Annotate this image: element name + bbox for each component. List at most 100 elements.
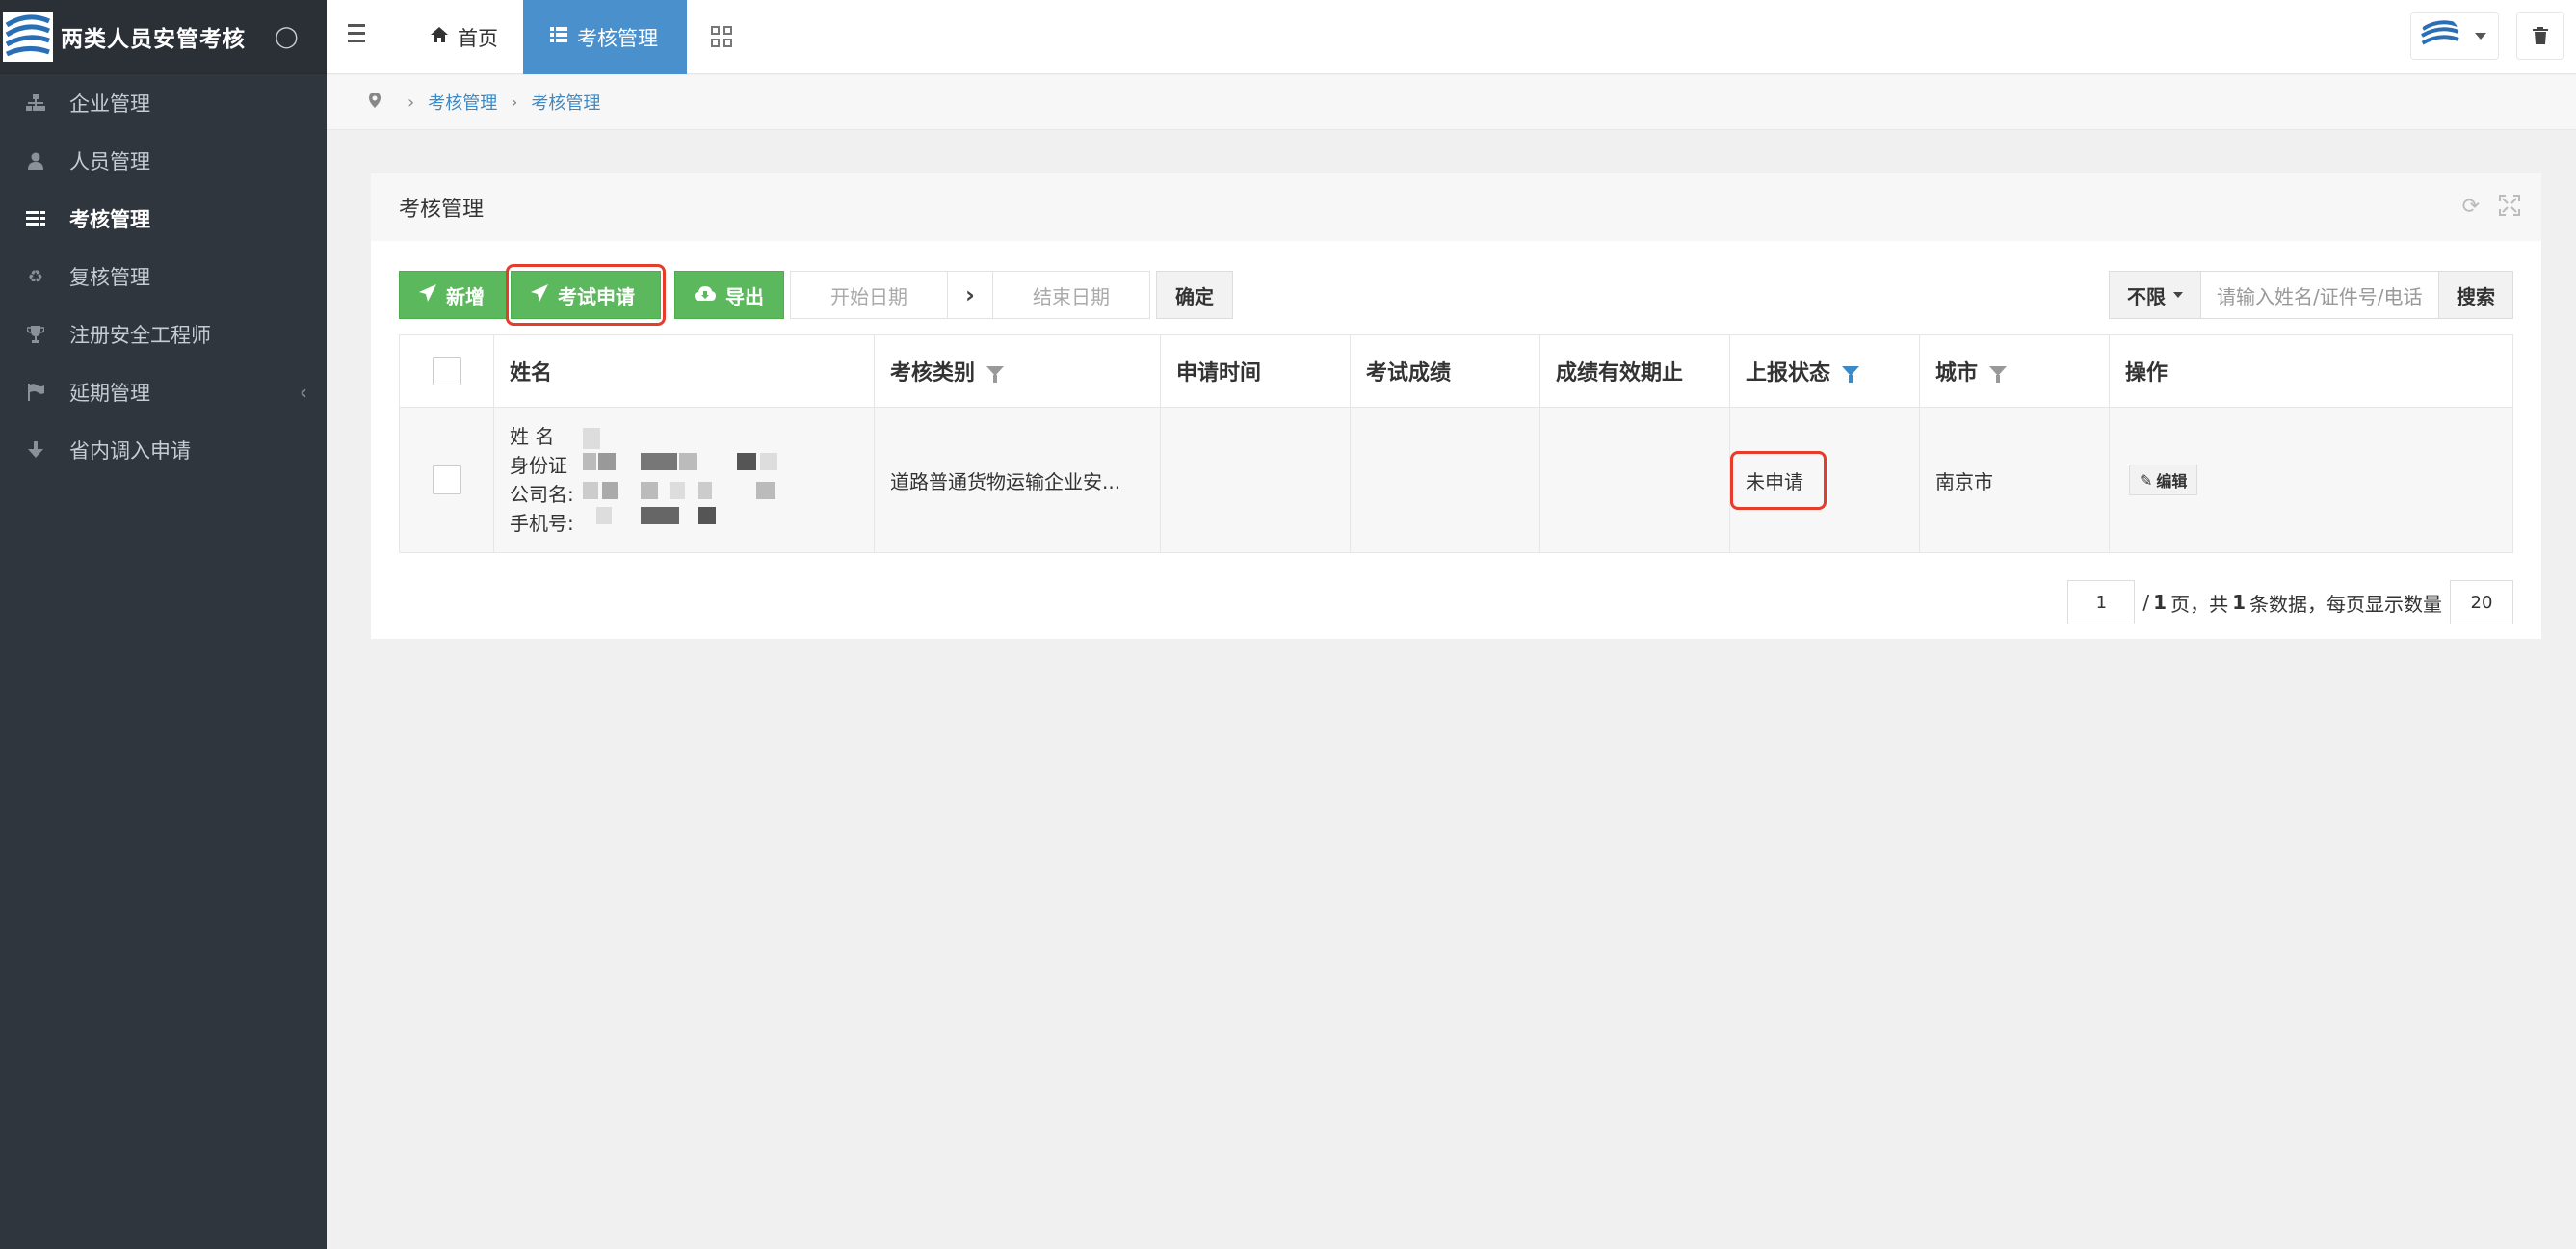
add-label: 新增 bbox=[446, 284, 485, 308]
pager-slash: / bbox=[2142, 591, 2150, 614]
export-button[interactable]: 导出 bbox=[674, 271, 784, 319]
header-label: 考核类别 bbox=[890, 361, 976, 385]
caret-down-icon bbox=[2173, 292, 2183, 298]
company-label: 公司名: bbox=[510, 483, 574, 506]
panel-title: 考核管理 bbox=[399, 198, 485, 222]
refresh-icon[interactable]: ⟳ bbox=[2462, 195, 2480, 222]
status-cell: 未申请 bbox=[1730, 408, 1920, 552]
user-menu[interactable] bbox=[2410, 12, 2499, 60]
name-label: 姓 名 bbox=[510, 425, 555, 448]
cloud-download-icon bbox=[695, 285, 716, 306]
add-button[interactable]: 新增 bbox=[399, 271, 507, 319]
trophy-icon bbox=[25, 324, 46, 345]
search-input[interactable]: 请输入姓名/证件号/电话 bbox=[2201, 271, 2438, 319]
tab-label: 首页 bbox=[458, 26, 498, 50]
status-badge: 未申请 bbox=[1730, 450, 1827, 510]
total-records: 1 bbox=[2232, 591, 2246, 614]
tab-assessment[interactable]: 考核管理 bbox=[523, 0, 687, 74]
send-icon bbox=[531, 283, 548, 306]
header-apply-time[interactable]: 申请时间 bbox=[1161, 335, 1351, 407]
header-valid-until[interactable]: 成绩有效期止 bbox=[1540, 335, 1730, 407]
total-pages: 1 bbox=[2153, 591, 2168, 614]
start-date-input[interactable]: 开始日期 bbox=[790, 271, 948, 319]
phone-label: 手机号: bbox=[510, 512, 574, 535]
name-cell: 姓 名 身份证 公司名: 手机号: bbox=[494, 408, 875, 552]
table-row: 姓 名 身份证 公司名: 手机号: 道路普通货物运输企业安... 未申请 南京市… bbox=[400, 408, 2512, 552]
page-number-input[interactable]: 1 bbox=[2067, 580, 2136, 624]
breadcrumb-separator: › bbox=[511, 92, 518, 113]
tab-label: 考核管理 bbox=[577, 26, 658, 50]
sidebar-item-extension[interactable]: 延期管理 ‹ bbox=[0, 363, 327, 421]
trash-icon[interactable] bbox=[2516, 12, 2564, 60]
header-score[interactable]: 考试成绩 bbox=[1351, 335, 1540, 407]
sidebar-item-label: 省内调入申请 bbox=[69, 439, 191, 463]
sidebar-item-review[interactable]: ♻ 复核管理 bbox=[0, 248, 327, 306]
breadcrumb-link[interactable]: 考核管理 bbox=[531, 90, 600, 115]
sidebar-item-label: 延期管理 bbox=[69, 382, 150, 405]
main-panel: 考核管理 ⟳ 新增 考试申请 导出 开始日期 › 结束日期 确定 不限 请输入姓… bbox=[371, 173, 2541, 639]
filter-icon[interactable] bbox=[986, 366, 1005, 383]
flag-icon bbox=[25, 382, 46, 403]
apply-time-cell bbox=[1161, 408, 1351, 552]
breadcrumb-link[interactable]: 考核管理 bbox=[428, 90, 497, 115]
expand-icon[interactable] bbox=[2499, 195, 2520, 222]
chevron-left-icon: ‹ bbox=[300, 381, 307, 404]
sidebar-menu: 企业管理 人员管理 考核管理 ♻ 复核管理 注册安全工程师 延期管理 ‹ 省内调… bbox=[0, 74, 327, 479]
end-date-input[interactable]: 结束日期 bbox=[992, 271, 1150, 319]
id-label: 身份证 bbox=[510, 454, 567, 477]
filter-select[interactable]: 不限 bbox=[2109, 271, 2201, 319]
pager-records-text: 条数据，每页显示数量 bbox=[2249, 592, 2442, 616]
filter-icon[interactable] bbox=[1842, 366, 1860, 383]
app-grid-icon[interactable] bbox=[711, 26, 732, 47]
pencil-icon: ✎ bbox=[2140, 470, 2153, 490]
filter-icon[interactable] bbox=[1989, 366, 2008, 383]
pagination: 1 / 1 页，共 1 条数据，每页显示数量 20 bbox=[2067, 580, 2513, 624]
page-size-input[interactable]: 20 bbox=[2450, 580, 2513, 624]
edit-button[interactable]: ✎ 编辑 bbox=[2129, 465, 2198, 495]
redacted-info bbox=[583, 424, 795, 540]
exam-apply-button[interactable]: 考试申请 bbox=[506, 264, 666, 326]
sidebar: 两类人员安管考核 ◯ 企业管理 人员管理 考核管理 ♻ 复核管理 注册安全工程师… bbox=[0, 0, 327, 1249]
list-icon bbox=[550, 27, 567, 47]
select-all-cell bbox=[400, 335, 494, 407]
header-actions: 操作 bbox=[2110, 335, 2512, 407]
brand-logo bbox=[3, 12, 53, 62]
sidebar-item-assessment[interactable]: 考核管理 bbox=[0, 190, 327, 248]
person-info: 姓 名 身份证 公司名: 手机号: bbox=[510, 424, 777, 536]
valid-until-cell bbox=[1540, 408, 1730, 552]
header-status[interactable]: 上报状态 bbox=[1730, 335, 1920, 407]
header-category[interactable]: 考核类别 bbox=[875, 335, 1161, 407]
score-cell bbox=[1351, 408, 1540, 552]
search-button[interactable]: 搜索 bbox=[2438, 271, 2513, 319]
recycle-icon: ♻ bbox=[27, 266, 44, 287]
confirm-button[interactable]: 确定 bbox=[1156, 271, 1233, 319]
tab-home[interactable]: 首页 bbox=[404, 0, 525, 74]
sidebar-item-safety-engineer[interactable]: 注册安全工程师 bbox=[0, 306, 327, 363]
export-label: 导出 bbox=[725, 284, 764, 308]
sidebar-item-transfer-in[interactable]: 省内调入申请 bbox=[0, 421, 327, 479]
sitemap-icon bbox=[25, 93, 46, 114]
header-label: 上报状态 bbox=[1746, 361, 1831, 385]
user-icon bbox=[25, 150, 46, 172]
hamburger-icon[interactable] bbox=[348, 24, 367, 43]
sidebar-item-label: 考核管理 bbox=[69, 208, 150, 231]
header-label: 成绩有效期止 bbox=[1556, 361, 1684, 385]
row-checkbox[interactable] bbox=[432, 465, 461, 494]
download-icon bbox=[25, 439, 46, 461]
edit-label: 编辑 bbox=[2156, 472, 2188, 491]
header-city[interactable]: 城市 bbox=[1920, 335, 2110, 407]
home-icon bbox=[431, 27, 448, 47]
filter-select-value: 不限 bbox=[2127, 284, 2166, 308]
row-select-cell bbox=[400, 408, 494, 552]
panel-tools: ⟳ bbox=[2462, 195, 2520, 222]
sidebar-item-enterprise[interactable]: 企业管理 bbox=[0, 74, 327, 132]
select-all-checkbox[interactable] bbox=[432, 357, 461, 385]
brand-title: 两类人员安管考核 bbox=[61, 27, 246, 52]
sidebar-item-label: 企业管理 bbox=[69, 93, 150, 116]
search-group: 不限 请输入姓名/证件号/电话 搜索 bbox=[2109, 271, 2513, 319]
exam-apply-label: 考试申请 bbox=[558, 284, 635, 308]
header-name[interactable]: 姓名 bbox=[494, 335, 875, 407]
sidebar-item-personnel[interactable]: 人员管理 bbox=[0, 132, 327, 190]
theme-drop-icon[interactable]: ◯ bbox=[275, 25, 299, 49]
chevron-right-icon: › bbox=[948, 271, 992, 319]
